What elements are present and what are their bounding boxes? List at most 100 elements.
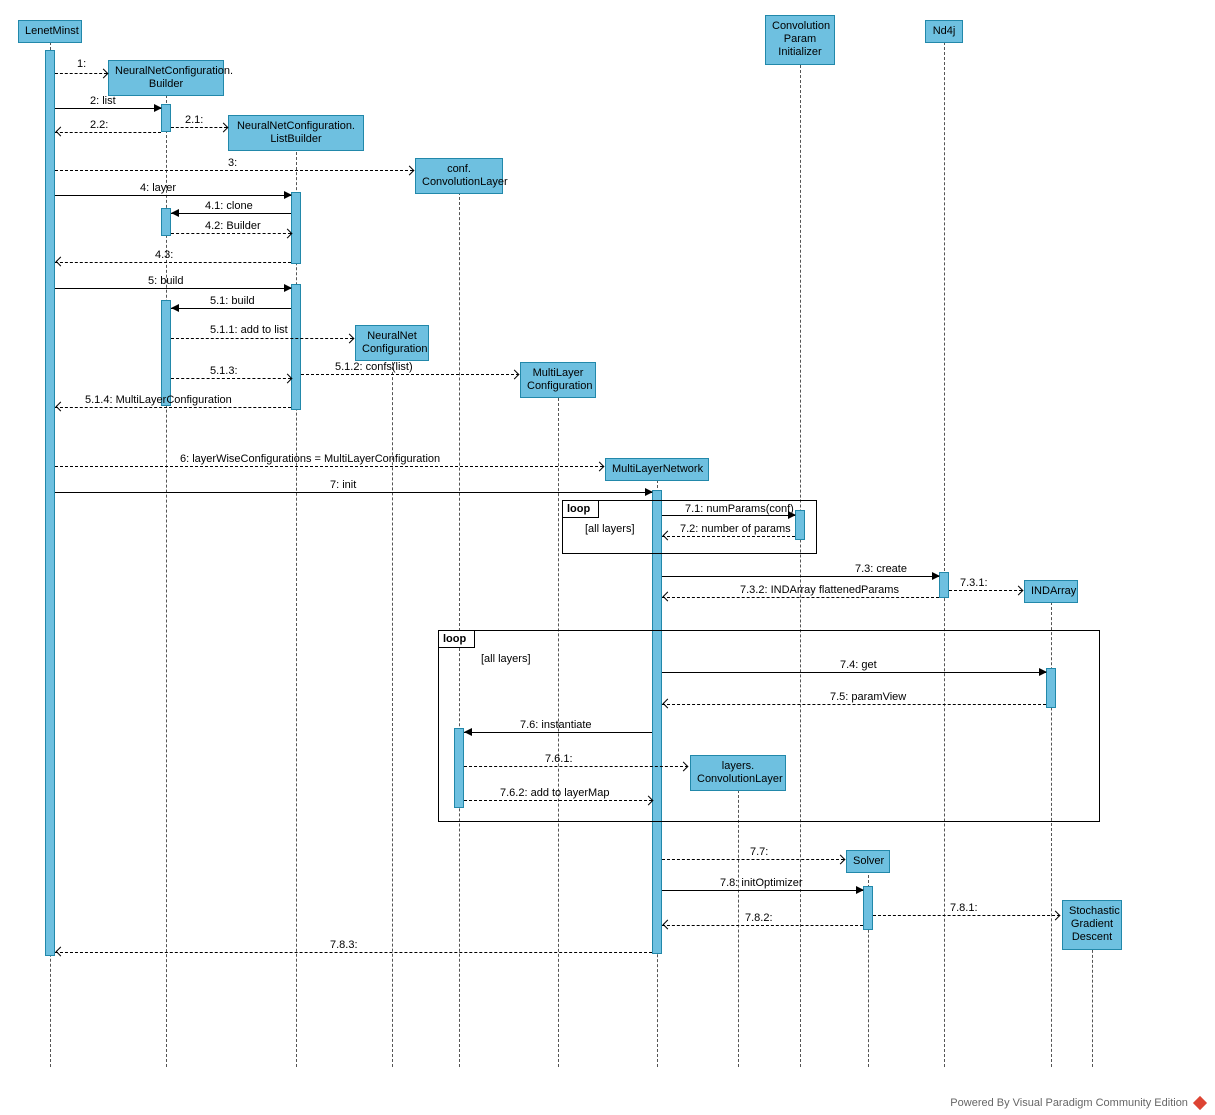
- msg-3-head: [405, 166, 415, 176]
- msg-7-8-2-label: 7.8.2:: [745, 912, 773, 924]
- lifeline-layersconv: [738, 780, 739, 1067]
- msg-2-1-head: [219, 123, 229, 133]
- msg-7-3-label: 7.3: create: [855, 563, 907, 575]
- msg-2-2-line: [55, 132, 161, 133]
- msg-3-line: [55, 170, 413, 171]
- lifeline-cpi: [800, 55, 801, 1067]
- participant-indarray: INDArray: [1024, 580, 1078, 603]
- msg-2-head: [154, 104, 162, 112]
- lifeline-listbuilder: [296, 142, 297, 1067]
- msg-4-3-label: 4.3:: [155, 249, 173, 261]
- msg-6-line: [55, 466, 603, 467]
- activation-solver-1: [863, 886, 873, 930]
- msg-7-7-line: [662, 859, 844, 860]
- msg-5-head: [284, 284, 292, 292]
- msg-5-1-1-head: [345, 334, 355, 344]
- msg-4-line: [55, 195, 291, 196]
- participant-solver: Solver: [846, 850, 890, 873]
- msg-7-4-line: [662, 672, 1046, 673]
- msg-5-1-2-line: [301, 374, 519, 375]
- msg-7-8-3-head: [56, 947, 66, 957]
- lifeline-nd4j: [944, 42, 945, 1067]
- participant-lenet: LenetMinst: [18, 20, 82, 43]
- msg-7-2-line: [662, 536, 795, 537]
- msg-5-line: [55, 288, 291, 289]
- msg-7-3-1-line: [949, 590, 1022, 591]
- msg-7-line: [55, 492, 652, 493]
- activation-nd4j-1: [939, 572, 949, 598]
- msg-7-6-line: [464, 732, 652, 733]
- msg-4-1-line: [171, 213, 291, 214]
- msg-7-7-label: 7.7:: [750, 846, 768, 858]
- fragment-loop1-guard: [all layers]: [585, 523, 635, 535]
- msg-5-1-2-label: 5.1.2: confs(list): [335, 361, 413, 373]
- msg-4-label: 4: layer: [140, 182, 176, 194]
- footer-credit: Powered By Visual Paradigm Community Edi…: [950, 1097, 1205, 1109]
- msg-7-6-label: 7.6: instantiate: [520, 719, 592, 731]
- msg-5-1-head: [171, 304, 179, 312]
- msg-7-6-2-line: [464, 800, 652, 801]
- msg-2-label: 2: list: [90, 95, 116, 107]
- msg-4-2-line: [171, 233, 291, 234]
- activation-builder-1: [161, 104, 171, 132]
- msg-4-1-head: [171, 209, 179, 217]
- msg-7-8-2-head: [663, 920, 673, 930]
- fragment-loop2-guard: [all layers]: [481, 653, 531, 665]
- participant-convlayer: conf. ConvolutionLayer: [415, 158, 503, 194]
- msg-1-label: 1:: [77, 58, 86, 70]
- msg-7-head: [645, 488, 653, 496]
- fragment-loop1-label: loop: [563, 501, 599, 518]
- msg-2-2-label: 2.2:: [90, 119, 108, 131]
- participant-mlnet: MultiLayerNetwork: [605, 458, 709, 481]
- msg-2-line: [55, 108, 161, 109]
- msg-6-label: 6: layerWiseConfigurations = MultiLayerC…: [180, 453, 440, 465]
- msg-7-5-label: 7.5: paramView: [830, 691, 906, 703]
- participant-nnconf: NeuralNet Configuration: [355, 325, 429, 361]
- msg-5-1-4-line: [55, 407, 291, 408]
- msg-5-1-4-label: 5.1.4: MultiLayerConfiguration: [85, 394, 232, 406]
- msg-7-8-line: [662, 890, 863, 891]
- participant-builder: NeuralNetConfiguration. Builder: [108, 60, 224, 96]
- msg-7-8-3-line: [55, 952, 652, 953]
- lifeline-builder: [166, 90, 167, 1067]
- msg-7-8-1-label: 7.8.1:: [950, 902, 978, 914]
- msg-7-5-line: [662, 704, 1046, 705]
- msg-7-1-line: [662, 515, 795, 516]
- lifeline-sgd: [1092, 940, 1093, 1067]
- msg-5-1-3-label: 5.1.3:: [210, 365, 238, 377]
- msg-5-1-label: 5.1: build: [210, 295, 255, 307]
- participant-cpi: Convolution Param Initializer: [765, 15, 835, 65]
- msg-7-6-head: [464, 728, 472, 736]
- msg-7-3-1-head: [1014, 586, 1024, 596]
- msg-7-7-head: [836, 855, 846, 865]
- msg-2-1-label: 2.1:: [185, 114, 203, 126]
- msg-5-1-4-head: [56, 402, 66, 412]
- msg-5-label: 5: build: [148, 275, 183, 287]
- msg-5-1-1-label: 5.1.1: add to list: [210, 324, 288, 336]
- msg-7-6-1-label: 7.6.1:: [545, 753, 573, 765]
- msg-7-4-head: [1039, 668, 1047, 676]
- msg-7-2-label: 7.2: number of params: [680, 523, 791, 535]
- msg-5-1-3-line: [171, 378, 291, 379]
- msg-7-3-1-label: 7.3.1:: [960, 577, 988, 589]
- msg-2-2-head: [56, 127, 66, 137]
- msg-7-4-label: 7.4: get: [840, 659, 877, 671]
- msg-7-label: 7: init: [330, 479, 356, 491]
- msg-4-3-line: [55, 262, 291, 263]
- activation-builder-2: [161, 208, 171, 236]
- activation-lenet: [45, 50, 55, 956]
- msg-6-head: [595, 462, 605, 472]
- activation-listbuilder-2: [291, 284, 301, 410]
- msg-5-1-line: [171, 308, 291, 309]
- msg-7-8-2-line: [662, 925, 863, 926]
- msg-7-8-3-label: 7.8.3:: [330, 939, 358, 951]
- participant-listbuilder: NeuralNetConfiguration. ListBuilder: [228, 115, 364, 151]
- msg-7-8-label: 7.8: initOptimizer: [720, 877, 803, 889]
- msg-7-1-label: 7.1: numParams(conf): [685, 503, 794, 515]
- fragment-loop2-label: loop: [439, 631, 475, 648]
- msg-7-3-2-head: [663, 592, 673, 602]
- lifeline-convlayer: [459, 182, 460, 1067]
- participant-mlconf: MultiLayer Configuration: [520, 362, 596, 398]
- msg-7-3-2-line: [662, 597, 939, 598]
- msg-7-3-line: [662, 576, 939, 577]
